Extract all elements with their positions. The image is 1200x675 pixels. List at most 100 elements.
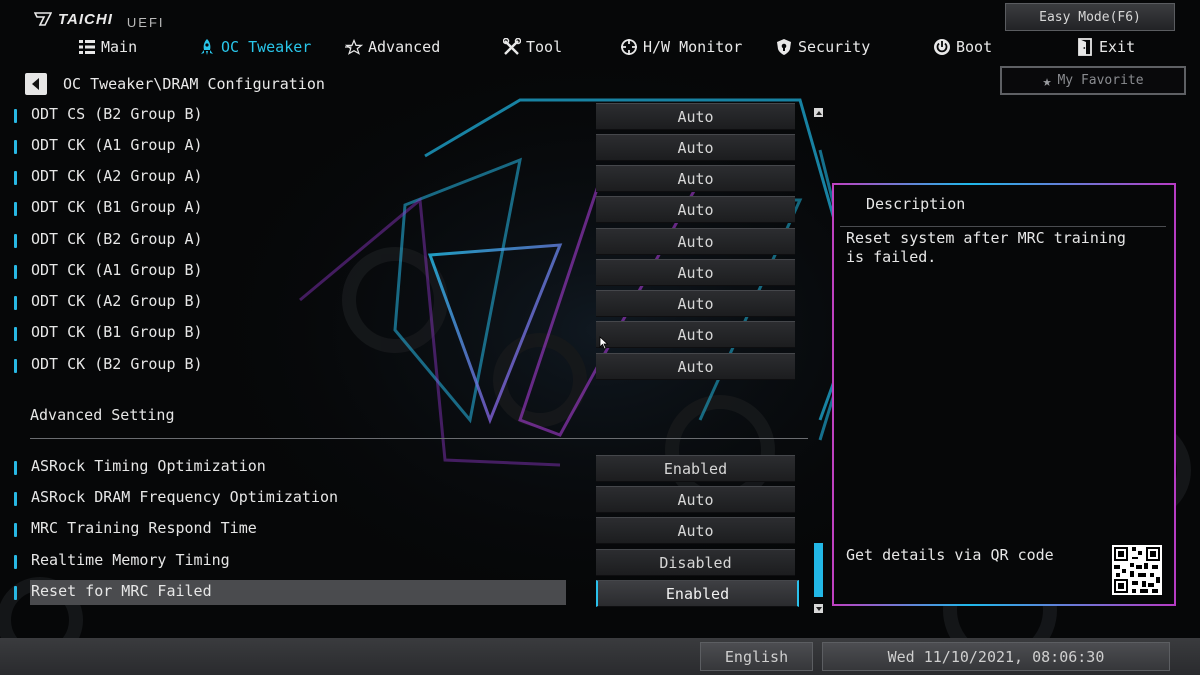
setting-label: ODT CK (A2 Group A) bbox=[31, 167, 203, 185]
tab-label: Tool bbox=[526, 38, 563, 56]
setting-value[interactable]: Auto bbox=[596, 353, 795, 380]
scroll-up-button[interactable] bbox=[814, 108, 823, 117]
setting-label: ODT CK (A1 Group B) bbox=[31, 261, 203, 279]
section-divider bbox=[30, 438, 808, 439]
setting-row-selected[interactable]: Reset for MRC Failed Enabled bbox=[12, 580, 802, 607]
breadcrumb: OC Tweaker\DRAM Configuration bbox=[25, 73, 325, 95]
grid-list-icon bbox=[79, 40, 95, 54]
setting-value[interactable]: Enabled bbox=[596, 580, 799, 607]
shield-icon bbox=[777, 39, 791, 55]
setting-value[interactable]: Enabled bbox=[596, 455, 795, 482]
taichi-mark-icon bbox=[34, 12, 52, 26]
tab-boot[interactable]: Boot bbox=[933, 36, 992, 58]
tab-label: OC Tweaker bbox=[221, 38, 312, 56]
tab-main[interactable]: Main bbox=[78, 36, 137, 58]
setting-value[interactable]: Auto bbox=[596, 228, 795, 255]
setting-value[interactable]: Auto bbox=[596, 486, 795, 513]
setting-row[interactable]: Realtime Memory Timing Disabled bbox=[12, 549, 802, 576]
setting-row[interactable]: ODT CK (A1 Group A) Auto bbox=[12, 134, 802, 161]
row-marker bbox=[14, 523, 17, 537]
tab-label: Boot bbox=[956, 38, 993, 56]
setting-row[interactable]: ODT CK (A2 Group A) Auto bbox=[12, 165, 802, 192]
power-icon bbox=[934, 39, 950, 55]
breadcrumb-path: OC Tweaker\DRAM Configuration bbox=[63, 75, 325, 93]
setting-label: ODT CK (B2 Group B) bbox=[31, 355, 203, 373]
back-arrow-icon bbox=[31, 78, 39, 90]
setting-row[interactable]: ODT CK (B2 Group A) Auto bbox=[12, 228, 802, 255]
setting-row[interactable]: ODT CK (B1 Group A) Auto bbox=[12, 196, 802, 223]
setting-label: Realtime Memory Timing bbox=[31, 551, 230, 569]
tab-hw-monitor[interactable]: H/W Monitor bbox=[620, 36, 742, 58]
star-outline-icon bbox=[345, 38, 363, 55]
row-marker bbox=[14, 234, 17, 248]
row-marker bbox=[14, 140, 17, 154]
my-favorite-button[interactable]: ★ My Favorite bbox=[1000, 66, 1186, 95]
setting-row[interactable]: ODT CK (B1 Group B) Auto bbox=[12, 321, 802, 348]
tab-label: Main bbox=[101, 38, 138, 56]
setting-label: ODT CK (B1 Group B) bbox=[31, 323, 203, 341]
qr-code-label: Get details via QR code bbox=[846, 546, 1054, 564]
arrow-up-icon bbox=[815, 110, 822, 115]
setting-row[interactable]: MRC Training Respond Time Auto bbox=[12, 517, 802, 544]
setting-row[interactable]: ASRock DRAM Frequency Optimization Auto bbox=[12, 486, 802, 513]
row-marker bbox=[14, 109, 17, 123]
scrollbar-thumb[interactable] bbox=[814, 543, 823, 597]
tab-label: Exit bbox=[1099, 38, 1136, 56]
row-marker bbox=[14, 359, 17, 373]
tab-security[interactable]: Security bbox=[775, 36, 870, 58]
tab-tool[interactable]: Tool bbox=[503, 36, 562, 58]
setting-value[interactable]: Auto bbox=[596, 259, 795, 286]
setting-label: ODT CK (B1 Group A) bbox=[31, 198, 203, 216]
datetime-display[interactable]: Wed 11/10/2021, 08:06:30 bbox=[822, 642, 1170, 671]
scroll-down-button[interactable] bbox=[814, 604, 823, 613]
setting-row[interactable]: ODT CK (A1 Group B) Auto bbox=[12, 259, 802, 286]
description-title: Description bbox=[866, 195, 966, 213]
setting-row[interactable]: ODT CK (B2 Group B) Auto bbox=[12, 353, 802, 380]
setting-label: ODT CK (B2 Group A) bbox=[31, 230, 203, 248]
setting-row[interactable]: ASRock Timing Optimization Enabled bbox=[12, 455, 802, 482]
row-marker bbox=[14, 202, 17, 216]
arrow-down-icon bbox=[815, 606, 822, 611]
setting-label: ODT CK (A1 Group A) bbox=[31, 136, 203, 154]
taichi-logo: TAICHI UEFI bbox=[34, 9, 165, 30]
tab-oc-tweaker[interactable]: OC Tweaker bbox=[198, 36, 311, 58]
language-button[interactable]: English bbox=[700, 642, 813, 671]
tab-advanced[interactable]: Advanced bbox=[345, 36, 440, 58]
crosshair-icon bbox=[621, 39, 637, 55]
setting-value[interactable]: Auto bbox=[596, 517, 795, 544]
row-marker bbox=[14, 171, 17, 185]
logo-subtitle: UEFI bbox=[126, 14, 165, 30]
door-exit-icon bbox=[1078, 38, 1092, 56]
setting-value[interactable]: Auto bbox=[596, 165, 795, 192]
back-button[interactable] bbox=[25, 73, 47, 95]
qr-code-icon bbox=[1112, 545, 1162, 595]
setting-value[interactable]: Auto bbox=[596, 134, 795, 161]
setting-value[interactable]: Auto bbox=[596, 290, 795, 317]
row-marker bbox=[14, 555, 17, 569]
easy-mode-button[interactable]: Easy Mode(F6) bbox=[1005, 3, 1175, 31]
setting-value[interactable]: Auto bbox=[596, 103, 795, 130]
rocket-icon bbox=[201, 39, 213, 55]
setting-value[interactable]: Auto bbox=[596, 196, 795, 223]
setting-label: Reset for MRC Failed bbox=[31, 582, 212, 600]
row-marker bbox=[14, 265, 17, 279]
description-divider bbox=[840, 226, 1166, 227]
tab-label: Security bbox=[798, 38, 871, 56]
setting-label: ODT CK (A2 Group B) bbox=[31, 292, 203, 310]
setting-row[interactable]: ODT CS (B2 Group B) Auto bbox=[12, 103, 802, 130]
setting-value[interactable]: Auto bbox=[596, 321, 795, 348]
row-marker bbox=[14, 586, 17, 600]
row-marker bbox=[14, 296, 17, 310]
setting-row[interactable]: ODT CK (A2 Group B) Auto bbox=[12, 290, 802, 317]
main-navigation: Main OC Tweaker Advanced Tool H/W Monito… bbox=[0, 36, 1135, 58]
setting-label: ASRock DRAM Frequency Optimization bbox=[31, 488, 339, 506]
row-marker bbox=[14, 327, 17, 341]
tab-exit[interactable]: Exit bbox=[1076, 36, 1135, 58]
setting-value[interactable]: Disabled bbox=[596, 549, 795, 576]
tab-label: Advanced bbox=[368, 38, 441, 56]
favorite-label: My Favorite bbox=[1057, 73, 1144, 88]
wrench-screwdriver-icon bbox=[503, 38, 521, 55]
row-marker bbox=[14, 492, 17, 506]
setting-label: MRC Training Respond Time bbox=[31, 519, 257, 537]
description-text: Reset system after MRC training is faile… bbox=[846, 229, 1126, 266]
